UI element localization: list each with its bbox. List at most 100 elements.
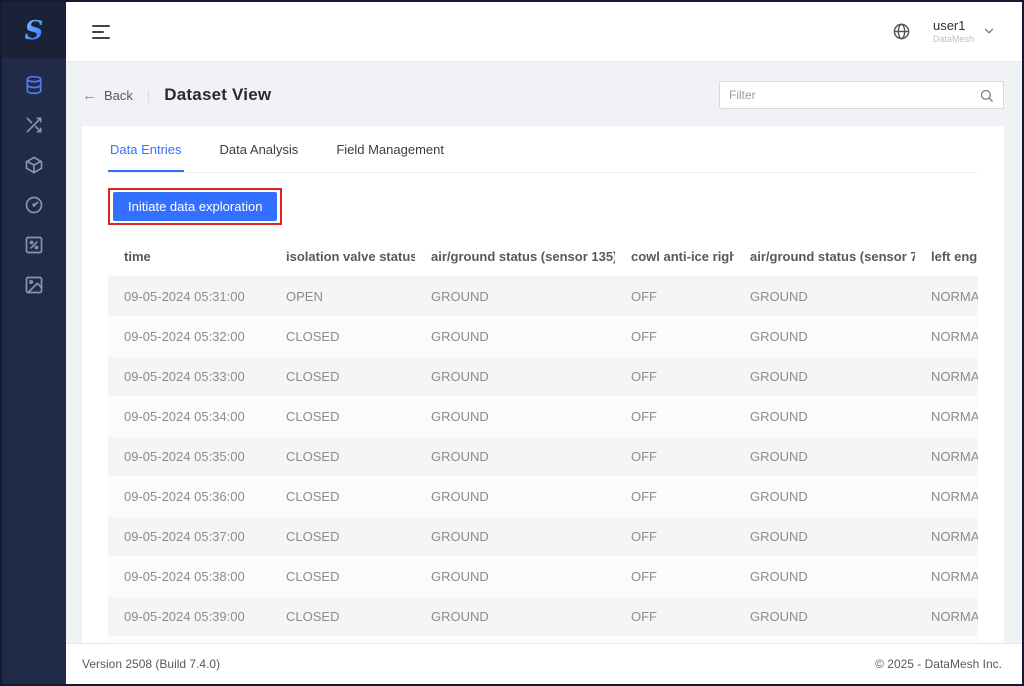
filter-field: [719, 81, 1004, 109]
table-cell: OFF: [615, 557, 734, 597]
table-cell: CLOSED: [270, 397, 415, 437]
user-org: DataMesh: [933, 34, 974, 45]
topbar: user1 DataMesh: [66, 2, 1022, 62]
table-cell: NORMA: [915, 477, 978, 517]
table-row[interactable]: 09-05-2024 05:37:00CLOSEDGROUNDOFFGROUND…: [108, 517, 978, 557]
table-cell: 09-05-2024 05:37:00: [108, 517, 270, 557]
table-cell: NORMA: [915, 517, 978, 557]
table-cell: GROUND: [415, 357, 615, 397]
user-meta: user1 DataMesh: [933, 18, 974, 44]
menu-toggle-icon[interactable]: [92, 25, 110, 39]
table-cell: NORMA: [915, 397, 978, 437]
table-header-row: timeisolation valve statusair/ground sta…: [108, 237, 978, 277]
table-cell: GROUND: [415, 317, 615, 357]
table-cell: GROUND: [415, 477, 615, 517]
table-cell: GROUND: [734, 397, 915, 437]
initiate-data-exploration-button[interactable]: Initiate data exploration: [113, 192, 277, 221]
tab-data-analysis[interactable]: Data Analysis: [218, 126, 301, 172]
sidebar: S: [2, 2, 66, 684]
sidebar-item-datasets[interactable]: [14, 70, 54, 100]
version-text: Version 2508 (Build 7.4.0): [82, 657, 220, 671]
table-cell: 09-05-2024 05:36:00: [108, 477, 270, 517]
table-cell: 09-05-2024 05:39:00: [108, 597, 270, 637]
image-icon: [24, 275, 44, 295]
table-cell: 09-05-2024 05:38:00: [108, 557, 270, 597]
table-cell: CLOSED: [270, 437, 415, 477]
table-cell: GROUND: [415, 517, 615, 557]
table-cell: GROUND: [734, 277, 915, 317]
table-cell: GROUND: [734, 557, 915, 597]
percent-icon: [24, 235, 44, 255]
table-cell: 09-05-2024 05:32:00: [108, 317, 270, 357]
chevron-down-icon: [982, 24, 996, 38]
table-cell: OFF: [615, 357, 734, 397]
logo-icon: S: [18, 14, 50, 46]
back-button[interactable]: ← Back: [82, 87, 133, 104]
topbar-right: user1 DataMesh: [892, 18, 996, 44]
tab-data-entries[interactable]: Data Entries: [108, 126, 184, 172]
table-cell: 09-05-2024 05:34:00: [108, 397, 270, 437]
table-cell: CLOSED: [270, 317, 415, 357]
sidebar-item-models[interactable]: [14, 150, 54, 180]
back-label: Back: [104, 88, 133, 103]
table-cell: OFF: [615, 517, 734, 557]
highlight-annotation-box: Initiate data exploration: [108, 188, 282, 225]
table-cell: OFF: [615, 477, 734, 517]
table-cell: OFF: [615, 317, 734, 357]
sidebar-item-pipelines[interactable]: [14, 110, 54, 140]
page-header: ← Back | Dataset View: [82, 78, 1004, 112]
table-cell: CLOSED: [270, 477, 415, 517]
table-cell: 09-05-2024 05:35:00: [108, 437, 270, 477]
tab-field-management[interactable]: Field Management: [334, 126, 446, 172]
gauge-icon: [24, 195, 44, 215]
page-title: Dataset View: [164, 85, 271, 105]
table-cell: GROUND: [734, 517, 915, 557]
column-header: cowl anti-ice right: [615, 237, 734, 277]
table-cell: GROUND: [734, 477, 915, 517]
data-table-container[interactable]: timeisolation valve statusair/ground sta…: [108, 237, 978, 643]
table-cell: NORMA: [915, 557, 978, 597]
username: user1: [933, 18, 966, 34]
table-cell: CLOSED: [270, 557, 415, 597]
table-row[interactable]: 09-05-2024 05:35:00CLOSEDGROUNDOFFGROUND…: [108, 437, 978, 477]
table-cell: GROUND: [415, 397, 615, 437]
table-cell: OPEN: [270, 277, 415, 317]
table-row[interactable]: 09-05-2024 05:32:00CLOSEDGROUNDOFFGROUND…: [108, 317, 978, 357]
sidebar-item-media[interactable]: [14, 270, 54, 300]
table-row[interactable]: 09-05-2024 05:34:00CLOSEDGROUNDOFFGROUND…: [108, 397, 978, 437]
button-zone: Initiate data exploration: [108, 173, 978, 237]
table-cell: GROUND: [415, 597, 615, 637]
sidebar-nav: [14, 70, 54, 300]
sidebar-item-monitoring[interactable]: [14, 190, 54, 220]
table-cell: CLOSED: [270, 597, 415, 637]
dataset-card: Data Entries Data Analysis Field Managem…: [82, 126, 1004, 643]
column-header: isolation valve status: [270, 237, 415, 277]
table-cell: GROUND: [415, 557, 615, 597]
tab-bar: Data Entries Data Analysis Field Managem…: [108, 126, 978, 173]
table-row[interactable]: 09-05-2024 05:36:00CLOSEDGROUNDOFFGROUND…: [108, 477, 978, 517]
column-header: air/ground status (sensor 135): [415, 237, 615, 277]
table-cell: OFF: [615, 277, 734, 317]
table-cell: GROUND: [734, 357, 915, 397]
table-row[interactable]: 09-05-2024 05:31:00OPENGROUNDOFFGROUNDNO…: [108, 277, 978, 317]
language-globe-icon[interactable]: [892, 22, 911, 41]
table-cell: NORMA: [915, 597, 978, 637]
table-cell: GROUND: [734, 437, 915, 477]
table-cell: GROUND: [734, 597, 915, 637]
search-icon[interactable]: [979, 88, 994, 103]
shuffle-icon: [24, 115, 44, 135]
database-icon: [24, 75, 44, 95]
table-row[interactable]: 09-05-2024 05:39:00CLOSEDGROUNDOFFGROUND…: [108, 597, 978, 637]
column-header: time: [108, 237, 270, 277]
table-row[interactable]: 09-05-2024 05:33:00CLOSEDGROUNDOFFGROUND…: [108, 357, 978, 397]
footer: Version 2508 (Build 7.4.0) © 2025 - Data…: [66, 643, 1022, 684]
column-header: air/ground status (sensor 7): [734, 237, 915, 277]
user-menu[interactable]: user1 DataMesh: [933, 18, 996, 44]
content: ← Back | Dataset View Data Entries: [66, 62, 1022, 643]
svg-text:S: S: [25, 16, 44, 46]
sidebar-item-metrics[interactable]: [14, 230, 54, 260]
table-row[interactable]: 09-05-2024 05:38:00CLOSEDGROUNDOFFGROUND…: [108, 557, 978, 597]
app-logo[interactable]: S: [2, 2, 66, 58]
table-cell: GROUND: [734, 317, 915, 357]
filter-input[interactable]: [729, 88, 979, 102]
